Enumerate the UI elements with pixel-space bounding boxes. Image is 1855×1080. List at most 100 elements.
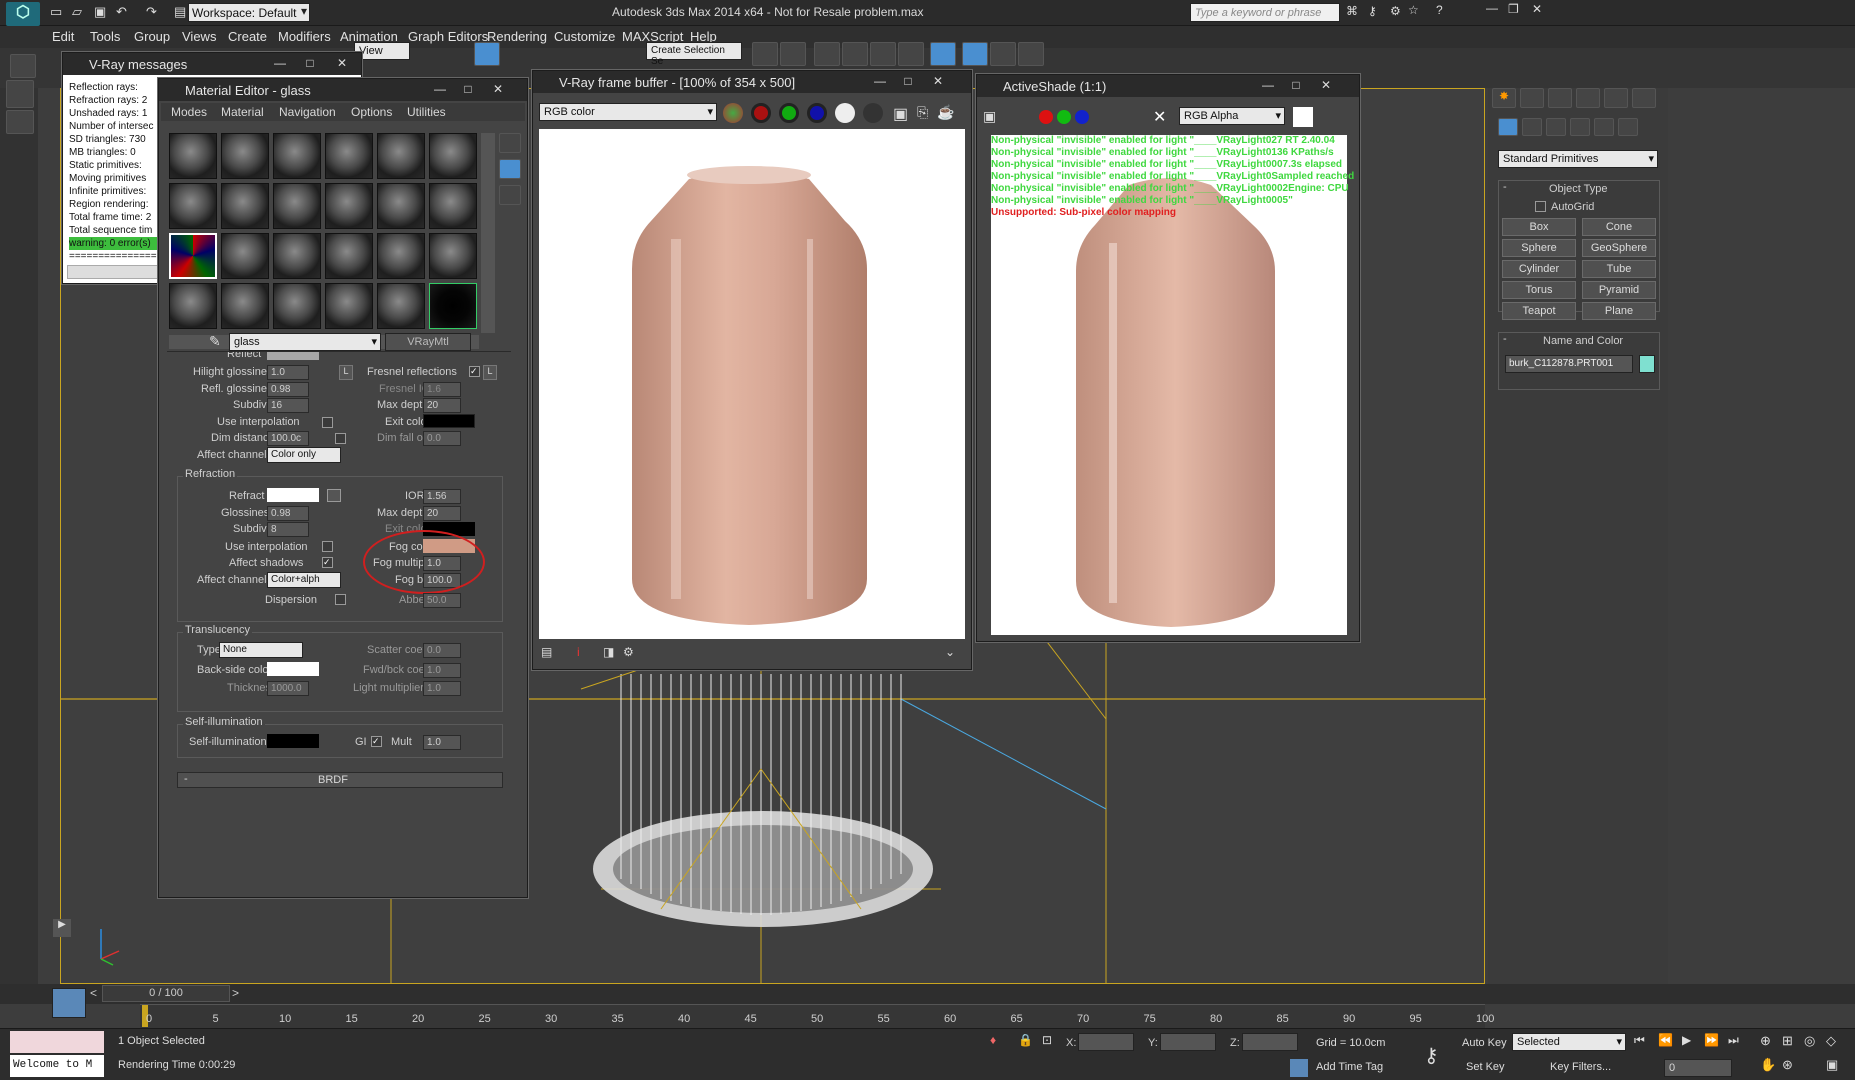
name-color-collapse[interactable]: -	[1503, 333, 1507, 345]
create-cone-button[interactable]: Cone	[1582, 218, 1656, 236]
dim-distance-field[interactable]: 100.0c	[267, 431, 309, 446]
mini-curve-editor-button[interactable]	[52, 988, 86, 1018]
fresnel-ior-field[interactable]: 1.6	[423, 382, 461, 397]
color-correction-icon[interactable]: ◨	[603, 645, 614, 659]
refract-max-depth-field[interactable]: 20	[423, 506, 461, 521]
sample-slot[interactable]	[377, 283, 425, 329]
field-of-view-icon[interactable]: ◇	[1826, 1033, 1836, 1049]
help-icon[interactable]: ?	[1436, 3, 1443, 17]
maximize-icon[interactable]: □	[1285, 78, 1307, 94]
play-icon[interactable]: ▶	[1682, 1033, 1691, 1047]
walk-through-icon[interactable]: ⊛	[1782, 1057, 1793, 1073]
self-illumination-color-swatch[interactable]	[267, 734, 319, 748]
close-icon[interactable]: ✕	[1532, 2, 1542, 16]
clear-icon[interactable]: ✕	[1153, 107, 1166, 127]
affect-shadows-checkbox[interactable]: ✓	[322, 557, 333, 568]
sample-slot[interactable]	[273, 233, 321, 279]
light-multiplier-field[interactable]: 1.0	[423, 681, 461, 696]
scatter-coeff-field[interactable]: 0.0	[423, 643, 461, 658]
create-teapot-button[interactable]: Teapot	[1502, 302, 1576, 320]
close-icon[interactable]: ✕	[487, 82, 509, 98]
maximize-icon[interactable]: □	[457, 82, 479, 98]
menu-options[interactable]: Options	[351, 105, 392, 119]
sample-type-icon[interactable]	[499, 133, 521, 153]
reflect-exit-color-swatch[interactable]	[423, 414, 475, 428]
refract-map-button[interactable]	[327, 489, 341, 502]
helpers-icon[interactable]	[1594, 118, 1614, 136]
create-torus-button[interactable]: Torus	[1502, 281, 1576, 299]
sample-slot[interactable]	[377, 183, 425, 229]
display-tab-icon[interactable]	[1604, 88, 1628, 108]
horizontal-scrollbar[interactable]	[67, 265, 167, 279]
search-input[interactable]: Type a keyword or phrase	[1190, 3, 1340, 22]
viewport-play-icon[interactable]: ▶	[53, 919, 71, 937]
maxscript-listener-field[interactable]	[10, 1031, 104, 1053]
utilities-tab-icon[interactable]	[1632, 88, 1656, 108]
autogrid-checkbox[interactable]	[1535, 201, 1546, 212]
create-sphere-button[interactable]: Sphere	[1502, 239, 1576, 257]
mono-icon[interactable]	[863, 103, 883, 123]
hierarchy-tab-icon[interactable]	[1548, 88, 1572, 108]
named-selection-dropdown[interactable]: Create Selection Se	[646, 42, 742, 67]
refract-use-interp-checkbox[interactable]	[322, 541, 333, 552]
sample-slot[interactable]	[377, 233, 425, 279]
track-bar[interactable]	[140, 1004, 1485, 1028]
back-side-color-swatch[interactable]	[267, 662, 319, 676]
translucency-type-dropdown[interactable]: None	[219, 642, 303, 658]
undo-icon[interactable]: ↶	[116, 4, 127, 20]
red-channel-icon[interactable]	[751, 103, 771, 123]
refract-affect-channels-dropdown[interactable]: Color+alph	[267, 572, 341, 588]
pan-icon[interactable]: ✋	[1760, 1057, 1776, 1073]
menu-modifiers[interactable]: Modifiers	[278, 29, 331, 44]
create-tube-button[interactable]: Tube	[1582, 260, 1656, 278]
project-folder-icon[interactable]: ▤	[174, 4, 186, 20]
open-file-icon[interactable]: ▱	[72, 4, 82, 20]
selection-lasso-icon[interactable]	[6, 80, 34, 108]
sample-slot[interactable]	[429, 133, 477, 179]
workspace-dropdown[interactable]: Workspace: Default ▾	[188, 3, 310, 22]
menu-modes[interactable]: Modes	[171, 105, 207, 119]
curve-editor-icon[interactable]	[870, 42, 896, 66]
render-setup-icon[interactable]	[842, 42, 868, 66]
zoom-all-icon[interactable]: ⊞	[1782, 1033, 1793, 1049]
maximize-viewport-icon[interactable]: ▣	[1826, 1057, 1838, 1073]
sample-slot[interactable]	[325, 183, 373, 229]
render-production-icon[interactable]	[990, 42, 1016, 66]
menu-edit[interactable]: Edit	[52, 29, 74, 44]
object-name-field[interactable]: burk_C112878.PRT001	[1505, 355, 1633, 373]
refl-gloss-field[interactable]: 0.98	[267, 382, 309, 397]
minimize-icon[interactable]: —	[1257, 78, 1279, 94]
space-warps-icon[interactable]	[1618, 118, 1638, 136]
set-key-button[interactable]: Set Key	[1466, 1061, 1505, 1073]
sample-slots-vscroll[interactable]	[481, 133, 495, 333]
sample-slot[interactable]	[377, 133, 425, 179]
restore-icon[interactable]: ❐	[1508, 2, 1519, 16]
lights-icon[interactable]	[1546, 118, 1566, 136]
fresnel-checkbox[interactable]: ✓	[469, 366, 480, 377]
minimize-icon[interactable]: —	[869, 74, 891, 90]
close-icon[interactable]: ✕	[927, 74, 949, 90]
maximize-icon[interactable]: □	[897, 74, 919, 90]
set-key-icon[interactable]: ⚷	[1424, 1043, 1439, 1068]
vfb-channel-dropdown[interactable]: RGB color ▾	[539, 103, 717, 121]
redo-icon[interactable]: ↷	[146, 4, 157, 20]
create-plane-button[interactable]: Plane	[1582, 302, 1656, 320]
background-color-swatch[interactable]	[1293, 107, 1313, 127]
sample-slot[interactable]	[169, 233, 217, 279]
material-name-field[interactable]: glass ▾	[229, 333, 381, 351]
reference-coord-dropdown[interactable]: View	[354, 42, 410, 60]
app-logo-icon[interactable]: ⬡	[6, 2, 40, 26]
previous-frame-icon[interactable]: ⏪	[1658, 1033, 1673, 1047]
blue-channel-icon[interactable]	[807, 103, 827, 123]
modify-tab-icon[interactable]	[1520, 88, 1544, 108]
add-time-tag-button[interactable]: Add Time Tag	[1316, 1061, 1383, 1073]
hilight-gloss-field[interactable]: 1.0	[267, 365, 309, 380]
brdf-rollout[interactable]: - BRDF	[177, 772, 503, 788]
sample-slot[interactable]	[221, 133, 269, 179]
time-slider-prev-button[interactable]: <	[90, 986, 102, 1002]
zoom-icon[interactable]: ⊕	[1760, 1033, 1771, 1049]
hilight-lock-button[interactable]: L	[339, 365, 353, 380]
key-filters-button[interactable]: Key Filters...	[1550, 1061, 1611, 1073]
lens-effects-icon[interactable]: ⚙	[623, 645, 634, 659]
orbit-icon[interactable]: ◎	[1804, 1033, 1815, 1049]
